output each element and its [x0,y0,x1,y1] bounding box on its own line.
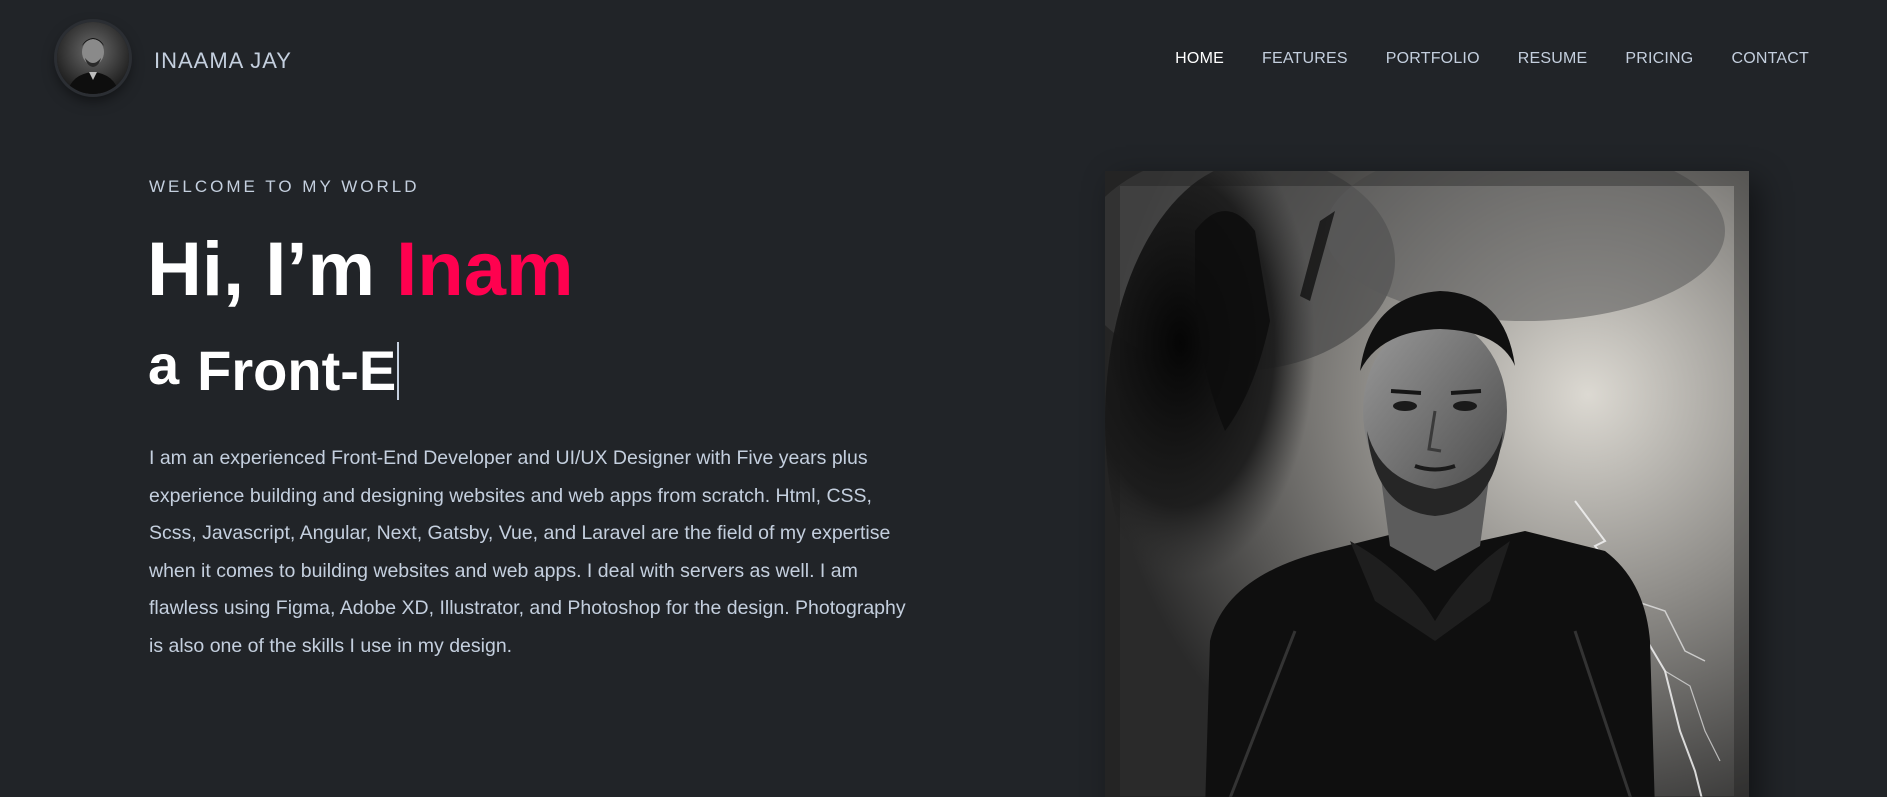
portrait-photo [1105,171,1749,797]
typing-cursor [397,342,400,400]
nav-features[interactable]: FEATURES [1262,50,1348,68]
nav-home[interactable]: HOME [1175,50,1224,68]
greeting-text: Hi, I’m [147,227,397,312]
typed-role-line: a Front-E [148,337,400,402]
main-nav: HOME FEATURES PORTFOLIO RESUME PRICING C… [1175,50,1809,68]
hero-name: Inam [396,227,574,312]
brand-name[interactable]: INAAMA JAY [154,48,292,74]
page: INAAMA JAY HOME FEATURES PORTFOLIO RESUM… [0,0,1887,797]
avatar-photo [57,22,129,94]
welcome-subtitle: WELCOME TO MY WORLD [149,177,420,196]
nav-pricing[interactable]: PRICING [1625,50,1693,68]
typed-role-text: Front-E [197,339,397,402]
nav-contact[interactable]: CONTACT [1731,50,1809,68]
nav-portfolio[interactable]: PORTFOLIO [1386,50,1480,68]
nav-resume[interactable]: RESUME [1518,50,1588,68]
hero-title: Hi, I’m Inam [147,232,574,308]
bio-paragraph: I am an experienced Front-End Developer … [149,447,906,657]
avatar[interactable] [57,22,129,94]
role-prefix: a [148,333,180,396]
hero-portrait-image [1105,171,1749,797]
